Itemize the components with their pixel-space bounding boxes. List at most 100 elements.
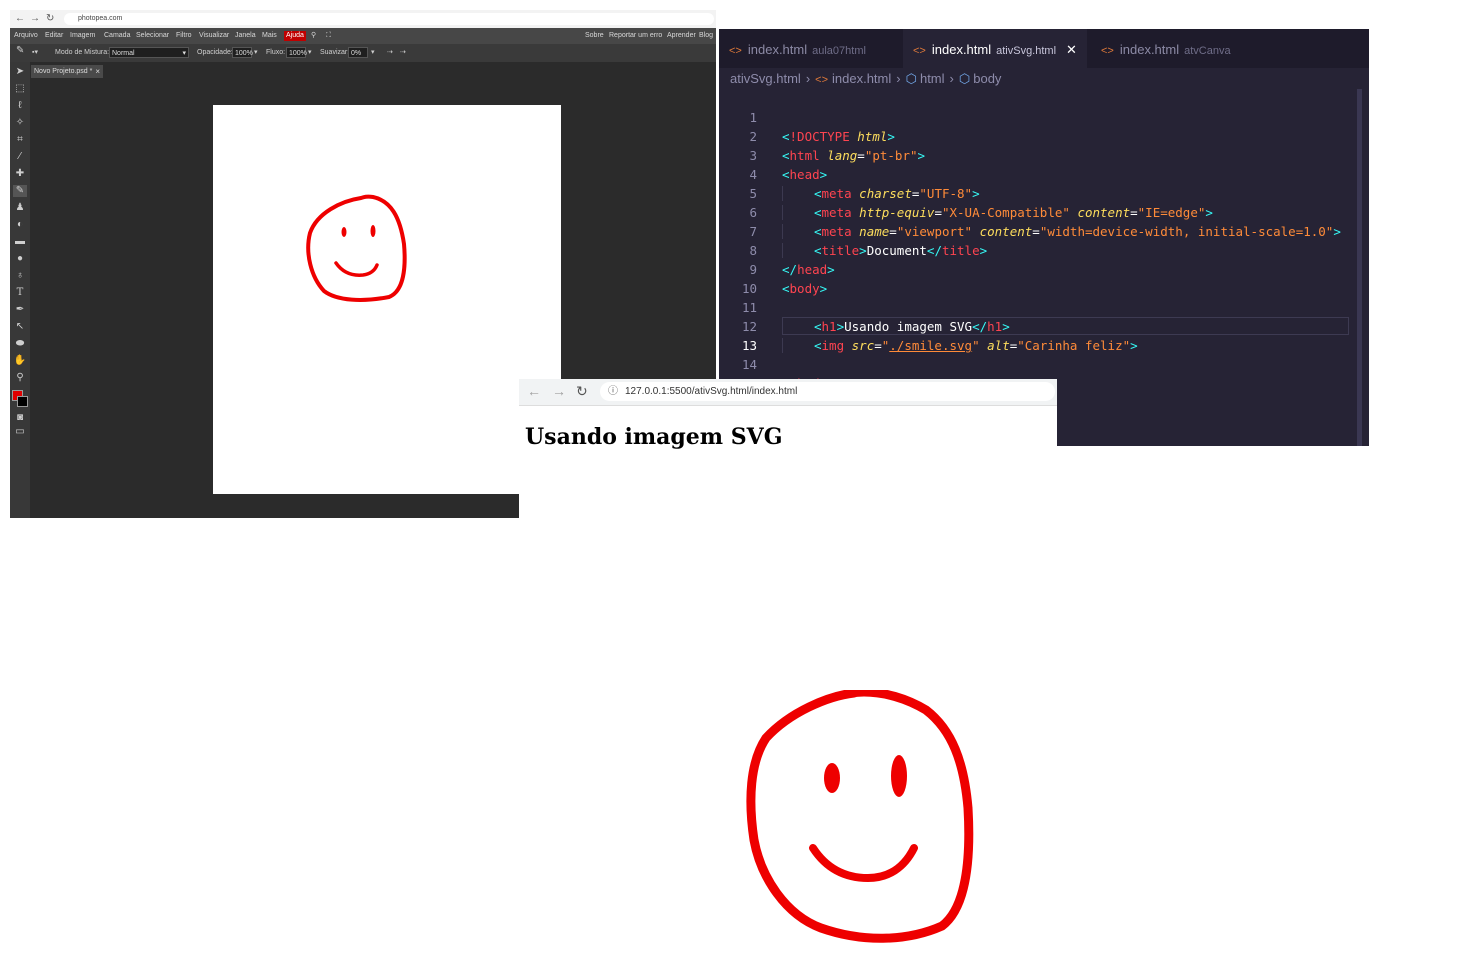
tab-filename: index.html: [931, 42, 992, 57]
chevron-down-icon: ▾: [182, 50, 186, 57]
html-file-icon: <>: [913, 45, 926, 57]
chevron-right-icon: ›: [896, 71, 901, 86]
menu-visualizar[interactable]: Visualizar: [199, 31, 229, 41]
healing-tool-icon[interactable]: ✚: [13, 168, 27, 180]
opacity-input[interactable]: 100%: [232, 47, 253, 58]
menu-janela[interactable]: Janela: [235, 31, 256, 41]
tab-ativsvg[interactable]: <> index.html ativSvg.html ✕: [903, 29, 1087, 68]
element-icon: ⬡: [958, 71, 971, 86]
quick-mask-icon[interactable]: ◙: [13, 412, 27, 424]
breadcrumb-html[interactable]: html: [920, 71, 945, 86]
background-color-swatch[interactable]: [17, 396, 28, 407]
hand-tool-icon[interactable]: ✋: [13, 355, 27, 367]
menu-ajuda[interactable]: Ajuda: [284, 31, 306, 41]
document-tab[interactable]: Novo Projeto.psd * ×: [31, 65, 103, 78]
photopea-browser-chrome: ← → ↻ photopea.com: [10, 10, 716, 28]
lasso-tool-icon[interactable]: ℓ: [13, 100, 27, 112]
editor-scrollbar[interactable]: [1357, 89, 1362, 446]
code-line: 7 <title>Document</title>: [719, 203, 1359, 258]
menu-imagem[interactable]: Imagem: [70, 31, 95, 41]
search-icon[interactable]: ⚲: [311, 31, 316, 41]
code-line: 5 <meta http-equiv="X-UA-Compatible" con…: [719, 165, 1359, 220]
eraser-tool-icon[interactable]: ◐: [13, 219, 27, 231]
menu-aprender[interactable]: Aprender: [667, 31, 696, 41]
pressure-size-icon[interactable]: ⇢: [400, 48, 406, 58]
menu-reportar[interactable]: Reportar um erro: [609, 31, 662, 41]
editor-tab-bar: <> index.html aula07html <> index.html ativS…: [719, 29, 1369, 68]
menu-arquivo[interactable]: Arquivo: [14, 31, 38, 41]
blend-mode-select[interactable]: Normal ▾: [109, 47, 189, 58]
code-line: 3 <head>: [719, 127, 1359, 182]
clone-stamp-tool-icon[interactable]: ♟: [13, 202, 27, 214]
photopea-options-bar: ✎ ▪▾ Modo de Mistura: Normal ▾ Opacidade:…: [10, 44, 716, 62]
smile-mouth: [809, 844, 918, 883]
photopea-address-bar[interactable]: photopea.com: [64, 13, 714, 25]
chevron-down-icon[interactable]: ▾: [254, 48, 258, 58]
document-tab-label: Novo Projeto.psd *: [34, 68, 93, 75]
breadcrumb-folder[interactable]: ativSvg.html: [730, 71, 801, 86]
tab-atvcanva[interactable]: <> index.html atvCanva: [1091, 29, 1259, 68]
flow-input[interactable]: 100%: [286, 47, 307, 58]
blur-tool-icon[interactable]: ●: [13, 253, 27, 265]
eyedropper-tool-icon[interactable]: ⁄: [13, 151, 27, 163]
close-icon[interactable]: ✕: [1066, 42, 1077, 57]
reload-icon[interactable]: ↻: [576, 383, 588, 399]
tab-folder: ativSvg.html: [996, 45, 1057, 57]
forward-arrow-icon[interactable]: →: [552, 383, 566, 399]
blend-mode-value: Normal: [112, 50, 135, 57]
code-line: 15 </html>: [719, 355, 1359, 410]
fullscreen-icon[interactable]: ⛶: [326, 31, 331, 41]
breadcrumb: ativSvg.html › <> index.html › ⬡ html › ⬡ body: [730, 69, 1001, 89]
chevron-right-icon: ›: [805, 71, 811, 86]
dodge-tool-icon[interactable]: ♁: [13, 270, 27, 282]
zoom-tool-icon[interactable]: ⚲: [13, 372, 27, 384]
menu-filtro[interactable]: Filtro: [176, 31, 192, 41]
type-tool-icon[interactable]: T: [13, 287, 27, 299]
code-editor[interactable]: 1 <!DOCTYPE html> 2 <html lang="pt-br"> …: [719, 89, 1359, 410]
tab-filename: index.html: [1119, 42, 1180, 57]
menu-camada[interactable]: Camada: [104, 31, 130, 41]
chevron-down-icon[interactable]: ▾: [371, 48, 375, 58]
brush-tool-icon[interactable]: ✎: [13, 185, 27, 197]
photopea-toolbar: ➤ ⬚ ℓ ✧ ⌗ ⁄ ✚ ✎ ♟ ◐ ▬ ● ♁ T ✒ ↖ ⬬ ✋ ⚲ ◙ …: [10, 62, 30, 518]
smiley-face-outline: [306, 194, 407, 302]
back-arrow-icon[interactable]: ←: [527, 383, 541, 399]
pen-tool-icon[interactable]: ✒: [13, 304, 27, 316]
brush-preset-icon[interactable]: ▪▾: [32, 48, 38, 58]
smiley-left-eye: [341, 227, 347, 237]
close-icon[interactable]: ×: [95, 65, 100, 78]
back-arrow-icon[interactable]: ←: [15, 12, 25, 26]
tab-aula07html[interactable]: <> index.html aula07html: [719, 29, 899, 68]
code-line: 2 <html lang="pt-br">: [719, 108, 1359, 163]
cursor-line-highlight: [782, 317, 1349, 335]
browser-toolbar: ← → ↻ ⓘ 127.0.0.1:5500/ativSvg.html/inde…: [519, 379, 1057, 406]
smooth-label: Suavizar:: [320, 49, 350, 56]
breadcrumb-body[interactable]: body: [973, 71, 1001, 86]
element-icon: ⬡: [905, 71, 917, 86]
magic-wand-tool-icon[interactable]: ✧: [13, 117, 27, 129]
menu-editar[interactable]: Editar: [45, 31, 63, 41]
photopea-canvas[interactable]: [213, 105, 561, 494]
forward-arrow-icon[interactable]: →: [30, 12, 40, 26]
reload-icon[interactable]: ↻: [46, 12, 54, 26]
menu-selecionar[interactable]: Selecionar: [136, 31, 169, 41]
address-bar[interactable]: ⓘ 127.0.0.1:5500/ativSvg.html/index.html: [600, 382, 1055, 401]
smooth-input[interactable]: 0%: [348, 47, 368, 58]
flow-value: 100%: [289, 50, 307, 57]
chevron-down-icon[interactable]: ▾: [308, 48, 312, 58]
brush-icon[interactable]: ✎: [16, 46, 24, 56]
smiley-right-eye: [370, 225, 376, 237]
gradient-tool-icon[interactable]: ▬: [13, 236, 27, 248]
breadcrumb-file[interactable]: index.html: [832, 71, 891, 86]
menu-mais[interactable]: Mais: [262, 31, 277, 41]
marquee-tool-icon[interactable]: ⬚: [13, 83, 27, 95]
menu-blog[interactable]: Blog: [699, 31, 713, 41]
menu-sobre[interactable]: Sobre: [585, 31, 604, 41]
info-icon[interactable]: ⓘ: [608, 382, 618, 401]
move-tool-icon[interactable]: ➤: [13, 66, 27, 78]
crop-tool-icon[interactable]: ⌗: [13, 134, 27, 146]
screen-mode-icon[interactable]: ▭: [13, 426, 27, 438]
path-select-tool-icon[interactable]: ↖: [13, 321, 27, 333]
shape-tool-icon[interactable]: ⬬: [13, 338, 27, 350]
pressure-opacity-icon[interactable]: ⇢: [387, 48, 393, 58]
